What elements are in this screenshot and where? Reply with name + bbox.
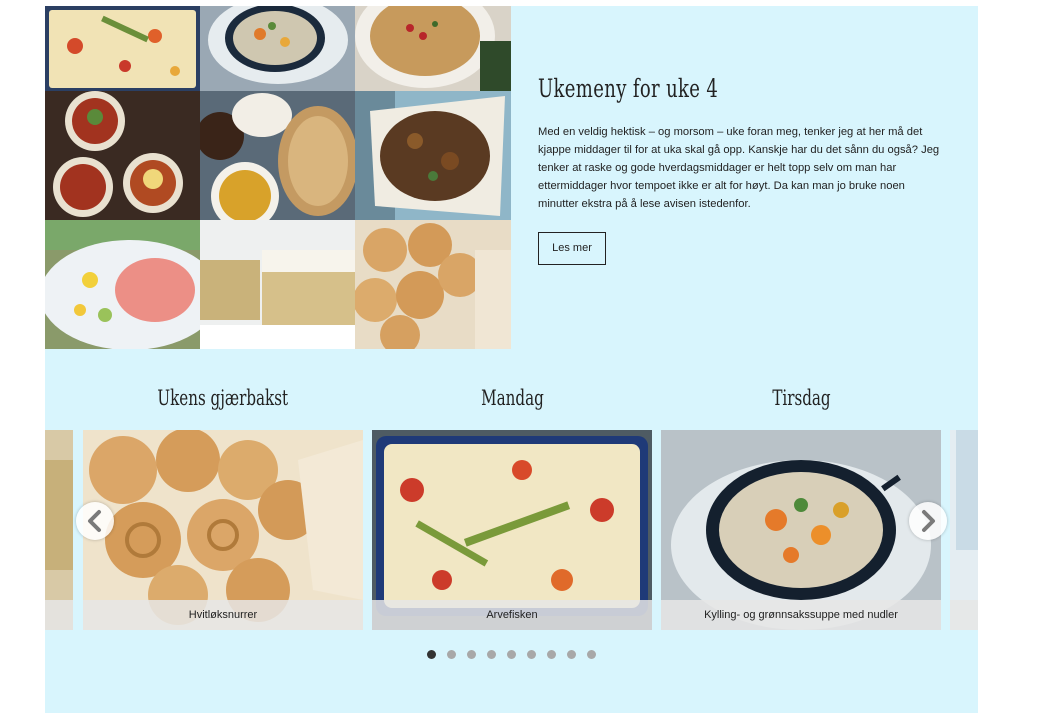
weekly-menu-intro: Ukemeny for uke 4 Med en veldig hektisk … (538, 74, 948, 213)
carousel-heading: Ukens gjærbakst (157, 386, 289, 410)
weekly-menu-panel: Ukemeny for uke 4 Med en veldig hektisk … (45, 6, 978, 713)
card-caption: Hvitløksnurrer (83, 600, 363, 630)
carousel-next-button[interactable] (909, 502, 947, 540)
dal-and-flatbread-photo[interactable] (200, 91, 355, 220)
carousel-page-dot[interactable] (527, 650, 536, 659)
carousel-page-dot[interactable] (427, 650, 436, 659)
carousel-prev-button[interactable] (76, 502, 114, 540)
carousel-card-partial[interactable] (950, 430, 978, 630)
baked-vegetables-photo[interactable] (355, 91, 511, 220)
carousel-card[interactable]: Arvefisken (372, 430, 652, 630)
risotto-photo[interactable] (355, 6, 511, 91)
lemon-cake-photo[interactable] (200, 220, 355, 349)
carousel-headings: Ukens gjærbakst Mandag Tirsdag (45, 386, 978, 416)
page-title: Ukemeny for uke 4 (538, 74, 719, 103)
fish-casserole-photo[interactable] (45, 6, 200, 91)
carousel-page-dot[interactable] (567, 650, 576, 659)
chili-bowls-photo[interactable] (45, 91, 200, 220)
carousel-card[interactable]: Kylling- og grønnsakssuppe med nudler (661, 430, 941, 630)
carousel-page-dot[interactable] (547, 650, 556, 659)
carousel-heading: Mandag (480, 386, 544, 410)
carousel-page-dot[interactable] (587, 650, 596, 659)
carousel-page-dot[interactable] (487, 650, 496, 659)
carousel-card-partial[interactable] (45, 430, 73, 630)
photo-mosaic (45, 6, 511, 349)
card-caption: Arvefisken (372, 600, 652, 630)
carousel-page-dot[interactable] (507, 650, 516, 659)
carousel-heading: Tirsdag (771, 386, 831, 410)
salmon-platter-photo[interactable] (45, 220, 200, 349)
intro-paragraph: Med en veldig hektisk – og morsom – uke … (538, 126, 940, 210)
chevron-left-icon (88, 510, 101, 532)
card-caption: Kylling- og grønnsakssuppe med nudler (661, 600, 941, 630)
read-more-button[interactable]: Les mer (538, 232, 606, 265)
garlic-buns-photo[interactable] (355, 220, 511, 349)
chevron-right-icon (922, 510, 935, 532)
carousel-card[interactable]: Hvitløksnurrer (83, 430, 363, 630)
chicken-soup-photo[interactable] (200, 6, 355, 91)
carousel-page-dot[interactable] (467, 650, 476, 659)
carousel-page-dot[interactable] (447, 650, 456, 659)
